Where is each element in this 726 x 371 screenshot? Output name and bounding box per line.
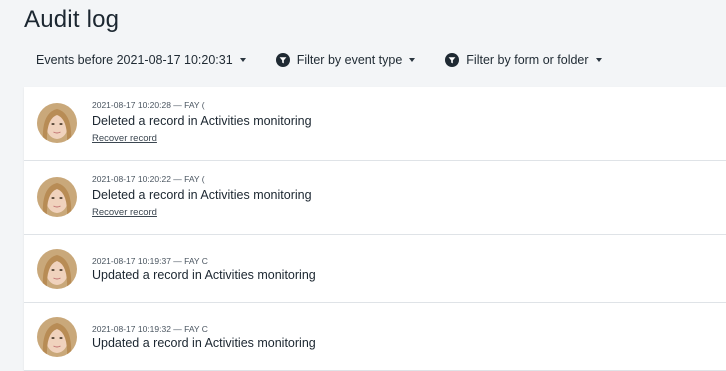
user-avatar bbox=[37, 103, 77, 143]
entry-action: Deleted a record in Activities monitorin… bbox=[92, 188, 312, 202]
recover-record-link[interactable]: Recover record bbox=[92, 207, 157, 218]
user-avatar bbox=[37, 317, 77, 357]
audit-log-list: 2021-08-17 10:20:28 — FAY ( Deleted a re… bbox=[24, 87, 726, 371]
filter-funnel-icon bbox=[275, 53, 290, 67]
entry-meta: 2021-08-17 10:20:28 — FAY ( bbox=[92, 100, 205, 110]
filter-funnel-icon bbox=[445, 53, 460, 67]
entry-action: Deleted a record in Activities monitorin… bbox=[92, 114, 312, 128]
date-filter-label: Events before 2021-08-17 10:20:31 bbox=[36, 53, 233, 67]
user-avatar bbox=[37, 249, 77, 289]
recover-record-link[interactable]: Recover record bbox=[92, 133, 157, 144]
caret-down-icon bbox=[409, 58, 416, 62]
log-entry: 2021-08-17 10:19:37 — FAY C Updated a re… bbox=[24, 235, 726, 303]
user-avatar bbox=[37, 177, 77, 217]
entry-action: Updated a record in Activities monitorin… bbox=[92, 336, 316, 350]
entry-meta: 2021-08-17 10:19:32 — FAY C bbox=[92, 324, 208, 334]
entry-meta: 2021-08-17 10:19:37 — FAY C bbox=[92, 256, 208, 266]
log-entry: 2021-08-17 10:19:32 — FAY C Updated a re… bbox=[24, 303, 726, 371]
form-folder-filter-dropdown[interactable]: Filter by form or folder bbox=[445, 53, 602, 67]
log-entry: 2021-08-17 10:20:22 — FAY ( Deleted a re… bbox=[24, 161, 726, 235]
form-folder-filter-label: Filter by form or folder bbox=[466, 53, 589, 67]
caret-down-icon bbox=[595, 58, 602, 62]
page-title: Audit log bbox=[24, 6, 120, 33]
date-filter-dropdown[interactable]: Events before 2021-08-17 10:20:31 bbox=[36, 53, 246, 67]
event-type-filter-label: Filter by event type bbox=[296, 53, 403, 67]
entry-meta: 2021-08-17 10:20:22 — FAY ( bbox=[92, 174, 205, 184]
filter-toolbar: Events before 2021-08-17 10:20:31 Filter… bbox=[36, 51, 602, 69]
event-type-filter-dropdown[interactable]: Filter by event type bbox=[275, 53, 416, 67]
entry-action: Updated a record in Activities monitorin… bbox=[92, 268, 316, 282]
log-entry: 2021-08-17 10:20:28 — FAY ( Deleted a re… bbox=[24, 87, 726, 161]
caret-down-icon bbox=[239, 58, 246, 62]
